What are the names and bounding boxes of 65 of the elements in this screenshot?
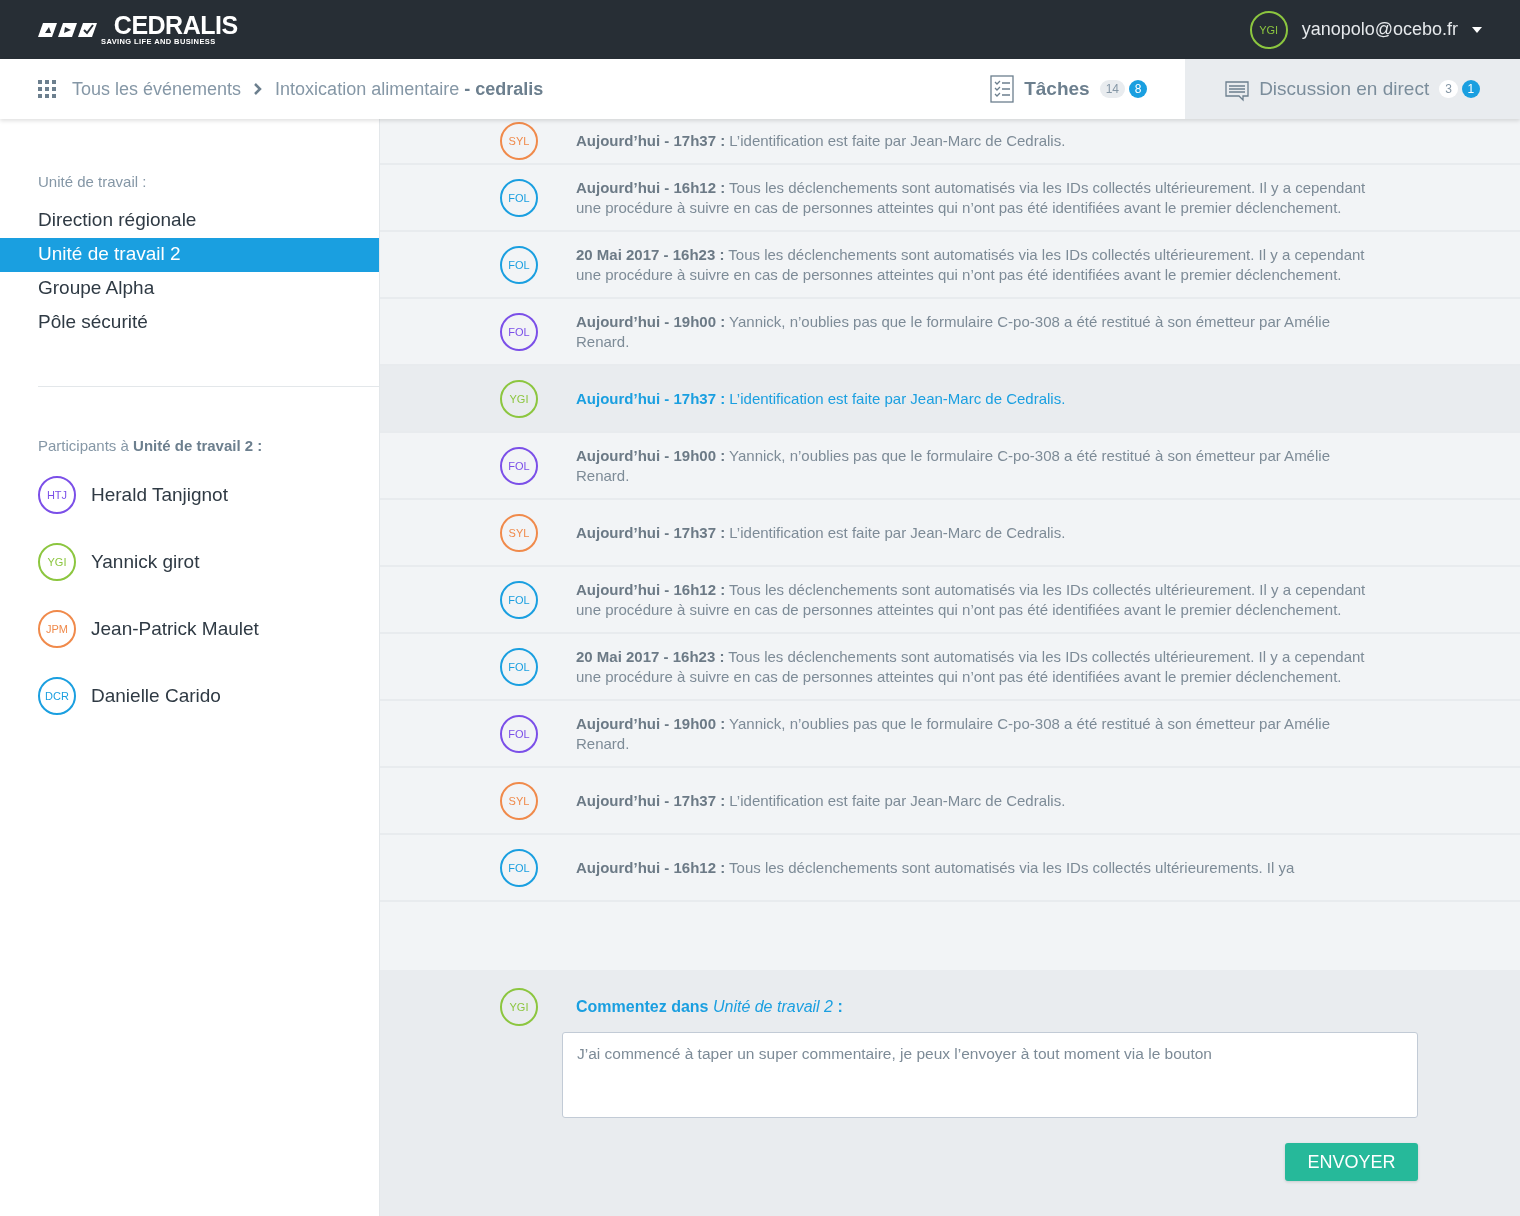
avatar-badge: FOL — [500, 178, 538, 217]
message-row[interactable]: SYL Aujourd’hui - 17h37 : L’identification est faite par Jean-Marc de Cedralis. — [380, 768, 1520, 835]
checklist-icon — [990, 75, 1015, 103]
caret-icon[interactable] — [1472, 26, 1482, 33]
chevron-icon — [253, 82, 264, 96]
participant-name: Herald Tanjignot — [91, 484, 228, 506]
section-label: Unité de travail : — [37, 173, 148, 190]
avatar-badge: HTJ — [38, 476, 76, 514]
message-text: Aujourd’hui - 17h37 : L’identification est faite par Jean-Marc de Cedralis. — [576, 522, 1066, 543]
avatar-badge: YGI — [38, 543, 76, 581]
avatar-badge: FOL — [500, 647, 538, 686]
avatar-badge: YGI — [500, 379, 538, 418]
message-text: Aujourd’hui - 17h37 : L’identification est faite par Jean-Marc de Cedralis. — [576, 790, 1066, 811]
participant-name: Jean-Patrick Maulet — [91, 618, 259, 640]
message-row[interactable]: SYL Aujourd’hui - 17h37 : L’identification est faite par Jean-Marc de Cedralis. — [380, 119, 1520, 165]
avatar-badge: DCR — [38, 677, 76, 715]
count-badge: 14 — [1099, 80, 1125, 98]
tab[interactable]: Tâches 14 8 — [952, 59, 1185, 119]
unit-item[interactable]: Unité de travail 2 — [0, 238, 379, 272]
message-row[interactable]: FOL Aujourd’hui - 19h00 : Yannick, n’oublies pas que le formulaire C-po-308 a été restitué à son émetteur par Amélie Renard. — [380, 701, 1520, 768]
message-row[interactable]: FOL Aujourd’hui - 19h00 : Yannick, n’oublies pas que le formulaire C-po-308 a été restitué à son émetteur par Amélie Renard. — [380, 433, 1520, 500]
avatar-badge: JPM — [38, 610, 76, 648]
participant-name: Danielle Carido — [91, 685, 221, 707]
comment-label: Commentez dans Unité de travail 2 : — [576, 998, 843, 1016]
message-text: Aujourd’hui - 16h12 : Tous les déclenchements sont automatisés via les IDs collectés ultérieurement. Il y a cependant une procédure à suivre en cas de personnes atteintes qui n’ont pas été identifiées avant le premier déclenchement. — [576, 177, 1366, 218]
message-text: Aujourd’hui - 16h12 : Tous les déclenchements sont automatisés via les IDs collectés ultérieurement. Il y a cependant une procédure à suivre en cas de personnes atteintes qui n’ont pas été identifiées avant le premier déclenchement. — [576, 579, 1366, 620]
user-email[interactable]: yanopolo@ocebo.fr — [1301, 19, 1458, 40]
avatar-badge: FOL — [500, 580, 538, 619]
avatar-badge: FOL — [500, 312, 538, 351]
message-row[interactable]: SYL Aujourd’hui - 17h37 : L’identification est faite par Jean-Marc de Cedralis. — [380, 500, 1520, 567]
message-text: Aujourd’hui - 17h37 : L’identification est faite par Jean-Marc de Cedralis. — [576, 131, 1066, 151]
message-text: Aujourd’hui - 19h00 : Yannick, n’oublies pas que le formulaire C-po-308 a été restitué à son émetteur par Amélie Renard. — [576, 445, 1331, 486]
message-text: 20 Mai 2017 - 16h23 : Tous les déclenchements sont automatisés via les IDs collectés ultérieurement. Il y a cependant une procédure à suivre en cas de personnes atteintes qui n’ont pas été identifiées avant le premier déclenchement. — [576, 646, 1366, 687]
message-row[interactable]: FOL Aujourd’hui - 16h12 : Tous les déclenchements sont automatisés via les IDs collectés ultérieurements. Il ya — [380, 835, 1520, 902]
section-label: Participants à Unité de travail 2 : — [37, 437, 264, 454]
unit-item[interactable]: Groupe Alpha — [0, 272, 379, 306]
breadcrumb-link[interactable]: Intoxication alimentaire - cedralis — [275, 78, 544, 100]
avatar-badge: SYL — [500, 122, 538, 160]
unit-item[interactable]: Pôle sécurité — [0, 306, 379, 340]
avatar-badge: YGI — [500, 988, 538, 1026]
send-button[interactable]: ENVOYER — [1285, 1143, 1418, 1181]
logo-icon — [38, 20, 98, 39]
avatar-badge: FOL — [500, 446, 538, 485]
tab[interactable]: Discussion en direct 3 1 — [1185, 59, 1520, 119]
grid-icon[interactable] — [38, 80, 56, 98]
message-text: 20 Mai 2017 - 16h23 : Tous les déclenchements sont automatisés via les IDs collectés ultérieurement. Il y a cependant une procédure à suivre en cas de personnes atteintes qui n’ont pas été identifiées avant le premier déclenchement. — [576, 244, 1366, 285]
message-text: Aujourd’hui - 19h00 : Yannick, n’oublies pas que le formulaire C-po-308 a été restitué à son émetteur par Amélie Renard. — [576, 713, 1331, 754]
notification-badge: 8 — [1129, 80, 1147, 98]
avatar-badge: FOL — [500, 848, 538, 887]
avatar-badge: FOL — [500, 245, 538, 284]
logo-text: CEDRALIS — [113, 13, 238, 37]
notification-badge: 1 — [1461, 80, 1480, 98]
message-row[interactable]: YGI Aujourd’hui - 17h37 : L’identification est faite par Jean-Marc de Cedralis. — [380, 366, 1520, 433]
breadcrumb-link[interactable]: Tous les événements — [72, 78, 242, 100]
message-text: Aujourd’hui - 16h12 : Tous les déclenchements sont automatisés via les IDs collectés ultérieurements. Il ya — [576, 857, 1295, 878]
avatar-badge: SYL — [500, 513, 538, 552]
message-text: Aujourd’hui - 19h00 : Yannick, n’oublies pas que le formulaire C-po-308 a été restitué à son émetteur par Amélie Renard. — [576, 311, 1331, 352]
comment-field[interactable]: J’ai commencé à taper un super commentaire, je peux l’envoyer à tout moment via le bouton — [562, 1032, 1418, 1118]
avatar-badge: YGI — [1249, 10, 1288, 49]
unit-item[interactable]: Direction régionale — [0, 204, 379, 238]
message-text: Aujourd’hui - 17h37 : L’identification est faite par Jean-Marc de Cedralis. — [576, 388, 1066, 409]
avatar-badge: FOL — [500, 714, 538, 753]
participant-name: Yannick girot — [91, 551, 200, 573]
count-badge: 3 — [1439, 80, 1458, 98]
avatar-badge: SYL — [500, 781, 538, 820]
